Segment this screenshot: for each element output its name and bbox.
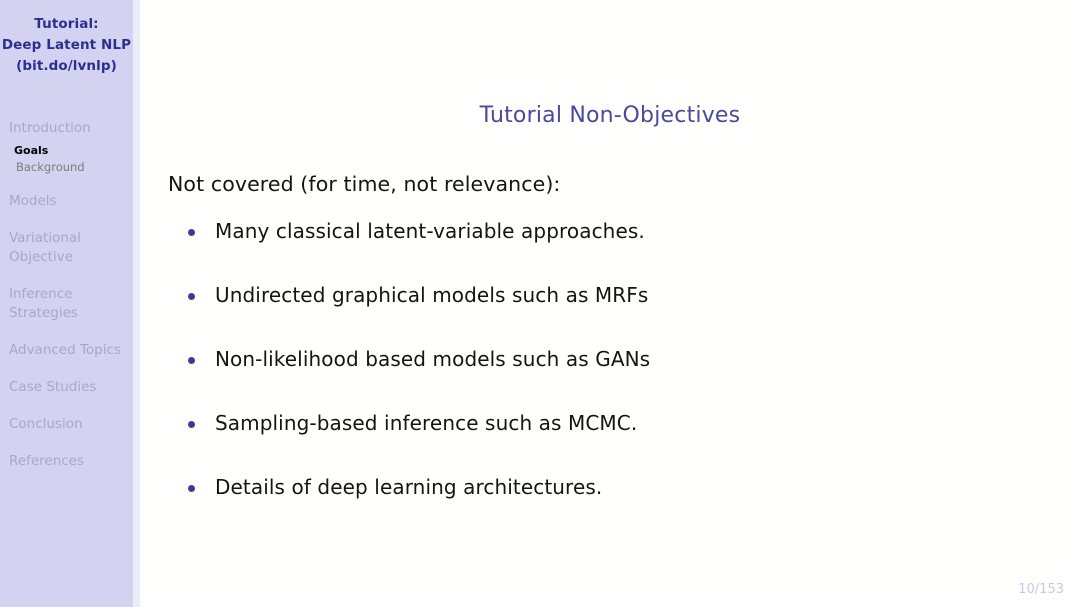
intro-text: Not covered (for time, not relevance): xyxy=(168,172,561,196)
sidebar-item-models[interactable]: Models xyxy=(0,192,133,211)
list-item: Undirected graphical models such as MRFs xyxy=(188,282,1048,346)
list-item-label: Many classical latent-variable approache… xyxy=(215,219,645,243)
list-item-label: Sampling-based inference such as MCMC. xyxy=(215,411,638,435)
sidebar-subsection-list: Goals Background xyxy=(0,142,133,176)
sidebar-title-line-3: (bit.do/lvnlp) xyxy=(16,58,117,74)
bullet-marker-icon xyxy=(188,485,195,492)
page-title: Tutorial Non-Objectives xyxy=(479,103,741,128)
sidebar-navigation: Tutorial: Deep Latent NLP (bit.do/lvnlp)… xyxy=(0,0,133,607)
bullet-marker-icon xyxy=(188,229,195,236)
presentation-slide: Tutorial: Deep Latent NLP (bit.do/lvnlp)… xyxy=(0,0,1080,607)
list-item: Sampling-based inference such as MCMC. xyxy=(188,410,1048,474)
slide-content: Tutorial Non-Objectives Not covered (for… xyxy=(140,0,1080,607)
sidebar-title-line-2: Deep Latent NLP xyxy=(1,37,132,53)
sidebar-item-references[interactable]: References xyxy=(0,452,133,471)
sidebar-item-inference-strategies[interactable]: Inference Strategies xyxy=(0,285,127,323)
sidebar-divider xyxy=(133,0,140,607)
list-item: Non-likelihood based models such as GANs xyxy=(188,346,1048,410)
sidebar-item-variational-objective[interactable]: Variational Objective xyxy=(0,229,127,267)
list-item: Many classical latent-variable approache… xyxy=(188,218,1048,282)
list-item: Details of deep learning architectures. xyxy=(188,474,1048,538)
sidebar-item-conclusion[interactable]: Conclusion xyxy=(0,415,133,434)
bullet-marker-icon xyxy=(188,293,195,300)
sidebar-item-advanced-topics[interactable]: Advanced Topics xyxy=(0,341,133,360)
sidebar-section-list: Introduction Goals Background Models Var… xyxy=(0,119,133,471)
sidebar-item-introduction[interactable]: Introduction xyxy=(0,119,133,138)
bullet-list: Many classical latent-variable approache… xyxy=(188,218,1048,538)
sidebar-item-background[interactable]: Background xyxy=(0,159,133,176)
sidebar-item-case-studies[interactable]: Case Studies xyxy=(0,378,133,397)
page-indicator: 10/153 xyxy=(1018,582,1064,597)
list-item-label: Details of deep learning architectures. xyxy=(215,475,603,499)
bullet-marker-icon xyxy=(188,357,195,364)
list-item-label: Undirected graphical models such as MRFs xyxy=(215,283,649,307)
sidebar-item-goals[interactable]: Goals xyxy=(0,142,133,159)
sidebar-title-line-1: Tutorial: xyxy=(34,16,99,32)
bullet-marker-icon xyxy=(188,421,195,428)
list-item-label: Non-likelihood based models such as GANs xyxy=(215,347,651,371)
sidebar-title: Tutorial: Deep Latent NLP (bit.do/lvnlp) xyxy=(0,0,133,77)
